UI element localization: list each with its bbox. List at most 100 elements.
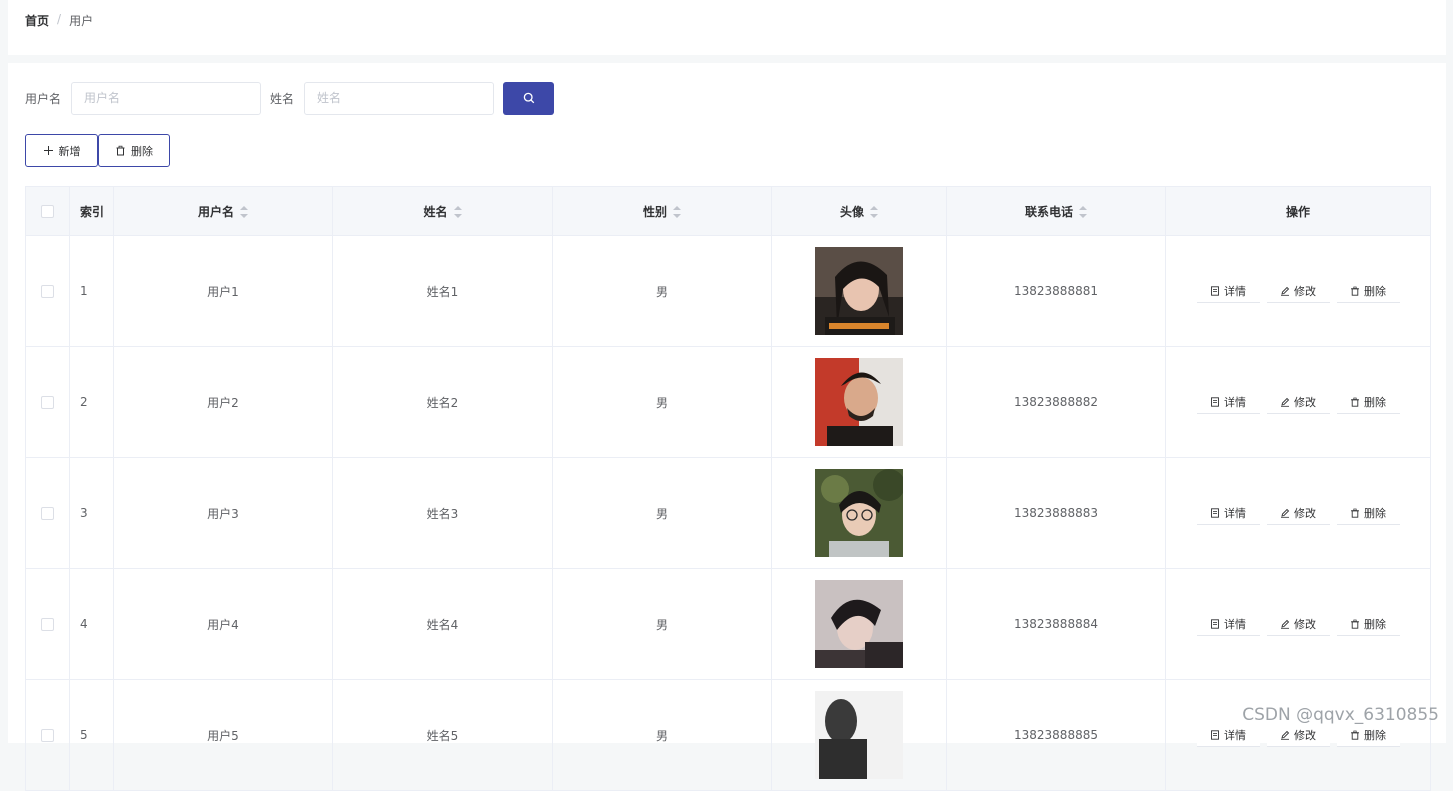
edit-button[interactable]: 修改 [1267,613,1330,636]
row-phone: 13823888883 [947,458,1166,569]
detail-button-label: 详情 [1224,283,1246,299]
avatar[interactable] [815,580,903,668]
column-header-operations: 操作 [1166,187,1431,236]
delete-button[interactable]: 删除 [98,134,170,167]
edit-icon [1280,508,1290,518]
detail-button[interactable]: 详情 [1197,502,1260,525]
breadcrumb-separator: / [57,12,61,29]
row-name: 姓名2 [333,347,553,458]
edit-button[interactable]: 修改 [1267,724,1330,747]
row-avatar-cell [772,569,947,680]
row-select-cell [26,569,70,680]
row-delete-button[interactable]: 删除 [1337,502,1400,525]
avatar[interactable] [815,247,903,335]
column-header-gender[interactable]: 性别 [553,187,772,236]
column-header-username[interactable]: 用户名 [114,187,333,236]
row-username: 用户3 [114,458,333,569]
add-button-label: 新增 [59,143,81,159]
row-avatar-cell [772,458,947,569]
edit-button[interactable]: 修改 [1267,391,1330,414]
row-select-cell [26,680,70,791]
row-username: 用户2 [114,347,333,458]
row-checkbox[interactable] [41,507,54,520]
edit-icon [1280,286,1290,296]
avatar[interactable] [815,469,903,557]
sort-icon[interactable] [870,206,878,218]
select-all-cell [26,187,70,236]
document-icon [1210,619,1220,629]
column-header-phone[interactable]: 联系电话 [947,187,1166,236]
name-input[interactable] [304,82,494,115]
detail-button[interactable]: 详情 [1197,280,1260,303]
edit-button-label: 修改 [1294,394,1316,410]
row-checkbox[interactable] [41,285,54,298]
detail-button-label: 详情 [1224,727,1246,743]
row-delete-button[interactable]: 删除 [1337,613,1400,636]
column-header-index: 索引 [70,187,114,236]
table-row: 4 用户4 姓名4 男 13823888884 详情 修改 删除 [26,569,1431,680]
name-label: 姓名 [270,90,294,107]
column-header-name-label: 姓名 [423,205,447,219]
trash-icon [1350,397,1360,407]
row-delete-button[interactable]: 删除 [1337,280,1400,303]
column-header-name[interactable]: 姓名 [333,187,553,236]
row-username: 用户5 [114,680,333,791]
delete-button-label: 删除 [131,143,153,159]
sort-icon[interactable] [240,206,248,218]
row-delete-button-label: 删除 [1364,283,1386,299]
row-name: 姓名1 [333,236,553,347]
table-row: 1 用户1 姓名1 男 13823888881 详情 修改 删除 [26,236,1431,347]
search-button[interactable] [503,82,554,115]
row-select-cell [26,236,70,347]
sort-icon[interactable] [1079,206,1087,218]
table-row: 2 用户2 姓名2 男 13823888882 详情 修改 删除 [26,347,1431,458]
sort-icon[interactable] [454,206,462,218]
detail-button[interactable]: 详情 [1197,613,1260,636]
edit-button[interactable]: 修改 [1267,280,1330,303]
row-index: 1 [70,236,114,347]
row-delete-button-label: 删除 [1364,505,1386,521]
row-operations: 详情 修改 删除 [1166,347,1431,458]
breadcrumb-home[interactable]: 首页 [25,12,49,29]
row-checkbox[interactable] [41,396,54,409]
row-select-cell [26,347,70,458]
detail-button-label: 详情 [1224,394,1246,410]
toolbar: 新增 删除 [25,134,170,167]
user-table: 索引 用户名 姓名 性别 头像 联系电话 操作 1 用户1 姓名1 男 1382… [25,186,1431,791]
edit-icon [1280,397,1290,407]
row-checkbox[interactable] [41,729,54,742]
column-header-gender-label: 性别 [643,205,667,219]
sort-icon[interactable] [673,206,681,218]
row-name: 姓名3 [333,458,553,569]
column-header-username-label: 用户名 [198,205,234,219]
avatar[interactable] [815,358,903,446]
row-index: 4 [70,569,114,680]
row-gender: 男 [553,569,772,680]
table-row: 3 用户3 姓名3 男 13823888883 详情 修改 删除 [26,458,1431,569]
row-operations: 详情 修改 删除 [1166,569,1431,680]
edit-button-label: 修改 [1294,505,1316,521]
detail-button[interactable]: 详情 [1197,724,1260,747]
row-delete-button[interactable]: 删除 [1337,391,1400,414]
edit-icon [1280,619,1290,629]
breadcrumb: 首页 / 用户 [25,12,93,29]
row-index: 2 [70,347,114,458]
row-name: 姓名4 [333,569,553,680]
row-gender: 男 [553,347,772,458]
column-header-avatar[interactable]: 头像 [772,187,947,236]
row-phone: 13823888882 [947,347,1166,458]
username-input[interactable] [71,82,261,115]
trash-icon [115,145,126,156]
add-button[interactable]: 新增 [25,134,98,167]
avatar[interactable] [815,691,903,779]
edit-button[interactable]: 修改 [1267,502,1330,525]
table-header-row: 索引 用户名 姓名 性别 头像 联系电话 操作 [26,187,1431,236]
row-delete-button[interactable]: 删除 [1337,724,1400,747]
row-avatar-cell [772,680,947,791]
detail-button[interactable]: 详情 [1197,391,1260,414]
row-gender: 男 [553,236,772,347]
column-header-avatar-label: 头像 [840,205,864,219]
select-all-checkbox[interactable] [41,205,54,218]
row-checkbox[interactable] [41,618,54,631]
row-delete-button-label: 删除 [1364,727,1386,743]
